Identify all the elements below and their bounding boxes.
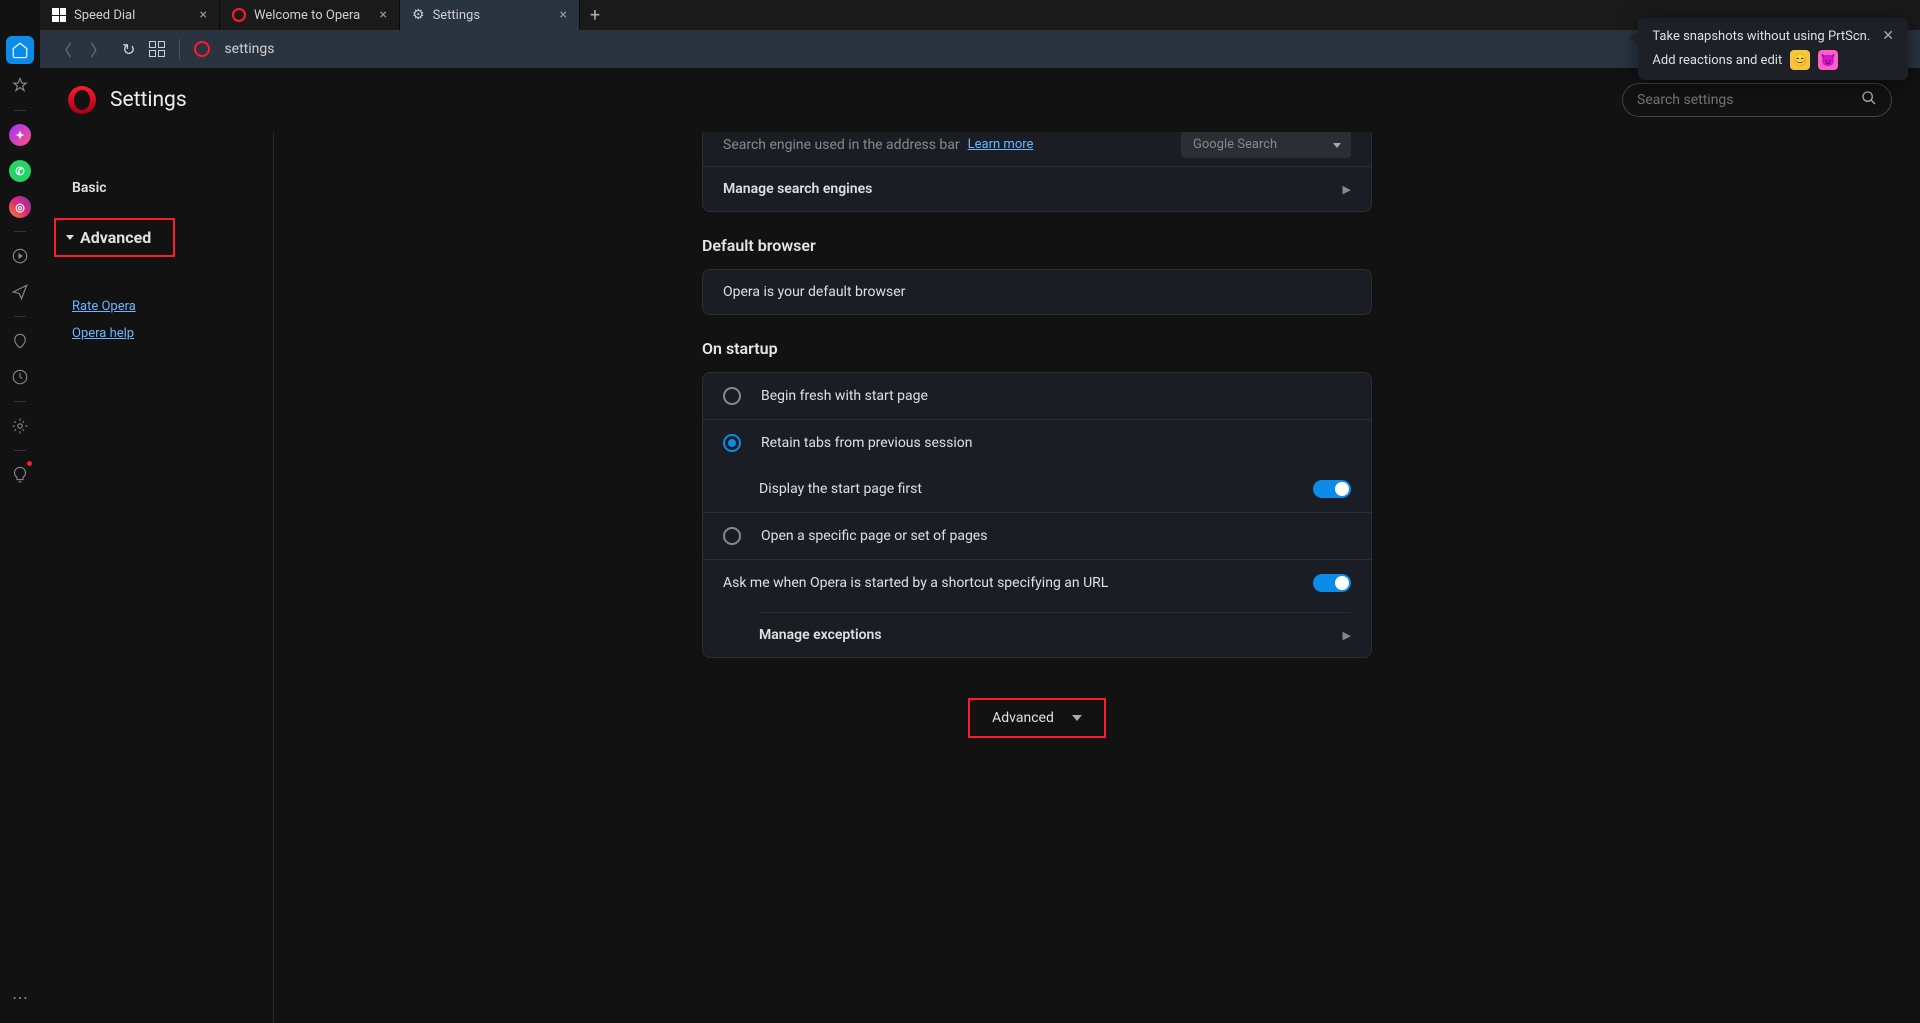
left-sidebar: ✦ ✆ ◎ ⋯ xyxy=(0,0,40,1023)
new-tab-button[interactable]: + xyxy=(580,5,610,26)
tab-speed-dial[interactable]: Speed Dial × xyxy=(40,0,220,30)
tab-welcome[interactable]: Welcome to Opera × xyxy=(220,0,400,30)
startup-title: On startup xyxy=(702,339,1372,358)
separator xyxy=(14,231,26,232)
startup-specific-row[interactable]: Open a specific page or set of pages xyxy=(703,512,1371,559)
close-icon[interactable]: × xyxy=(560,7,567,23)
url-text[interactable]: settings xyxy=(224,41,274,57)
opera-icon xyxy=(232,8,246,22)
forward-button[interactable]: 〉 xyxy=(88,37,108,61)
search-engine-row: Search engine used in the address bar Le… xyxy=(703,132,1371,166)
ask-shortcut-row[interactable]: Ask me when Opera is started by a shortc… xyxy=(703,559,1371,606)
startup-retain-label: Retain tabs from previous session xyxy=(761,435,972,451)
search-input[interactable] xyxy=(1637,92,1851,108)
player-icon[interactable] xyxy=(6,242,34,270)
learn-more-link[interactable]: Learn more xyxy=(968,137,1034,152)
opera-help-link[interactable]: Opera help xyxy=(64,326,273,341)
close-icon[interactable]: ✕ xyxy=(1882,28,1894,44)
settings-header: Settings xyxy=(40,68,1920,132)
advanced-button-label: Advanced xyxy=(992,710,1054,726)
startup-fresh-row[interactable]: Begin fresh with start page xyxy=(703,373,1371,419)
tab-label: Speed Dial xyxy=(74,8,135,23)
nav-advanced-highlight: Advanced xyxy=(54,218,175,257)
default-browser-row: Opera is your default browser xyxy=(703,270,1371,314)
manage-search-label: Manage search engines xyxy=(723,181,872,197)
separator xyxy=(14,450,26,451)
toggle-on[interactable] xyxy=(1313,574,1351,592)
gear-icon: ⚙ xyxy=(412,7,425,23)
history-icon[interactable] xyxy=(6,363,34,391)
grid-icon xyxy=(52,8,66,22)
toggle-on[interactable] xyxy=(1313,480,1351,498)
default-browser-card: Opera is your default browser xyxy=(702,269,1372,315)
emoji-icon: 😈 xyxy=(1818,50,1838,70)
settings-icon[interactable] xyxy=(6,412,34,440)
startup-fresh-label: Begin fresh with start page xyxy=(761,388,928,404)
separator xyxy=(14,110,26,111)
send-icon[interactable] xyxy=(6,278,34,306)
tooltip-text-1: Take snapshots without using PrtScn. xyxy=(1652,29,1870,44)
advanced-button-wrap: Advanced xyxy=(702,698,1372,738)
titlebar: Speed Dial × Welcome to Opera × ⚙ Settin… xyxy=(0,0,1920,30)
reload-button[interactable]: ↻ xyxy=(122,40,135,59)
chevron-right-icon: ▶ xyxy=(1343,183,1351,196)
settings-sidebar: Basic Advanced Rate Opera Opera help xyxy=(40,132,274,1023)
tab-label: Settings xyxy=(433,8,480,23)
more-icon[interactable]: ⋯ xyxy=(6,983,34,1011)
display-start-first-label: Display the start page first xyxy=(759,481,922,497)
opera-icon xyxy=(194,41,210,57)
manage-search-engines-row[interactable]: Manage search engines ▶ xyxy=(703,166,1371,211)
features-icon[interactable] xyxy=(6,461,34,489)
tab-strip: Speed Dial × Welcome to Opera × ⚙ Settin… xyxy=(40,0,580,30)
speed-dial-button[interactable] xyxy=(149,41,165,57)
radio-button[interactable] xyxy=(723,387,741,405)
search-engine-value: Google Search xyxy=(1193,137,1277,152)
startup-specific-label: Open a specific page or set of pages xyxy=(761,528,987,544)
rate-opera-link[interactable]: Rate Opera xyxy=(64,299,273,314)
search-settings-box[interactable] xyxy=(1622,83,1892,117)
home-icon[interactable] xyxy=(6,36,34,64)
search-engine-select[interactable]: Google Search xyxy=(1181,132,1351,158)
main-content: Search engine used in the address bar Le… xyxy=(274,132,1920,1023)
startup-retain-row[interactable]: Retain tabs from previous session xyxy=(703,419,1371,466)
separator xyxy=(179,39,180,59)
radio-button[interactable] xyxy=(723,527,741,545)
bookmarks-icon[interactable] xyxy=(6,72,34,100)
search-engine-card: Search engine used in the address bar Le… xyxy=(702,132,1372,212)
caret-down-icon xyxy=(66,235,74,240)
tooltip-text-2: Add reactions and edit xyxy=(1652,53,1782,68)
search-icon xyxy=(1861,90,1877,110)
radio-button-selected[interactable] xyxy=(723,434,741,452)
tab-settings[interactable]: ⚙ Settings × xyxy=(400,0,580,30)
nav-advanced[interactable]: Advanced xyxy=(62,222,159,253)
default-browser-title: Default browser xyxy=(702,236,1372,255)
whatsapp-icon[interactable]: ✆ xyxy=(6,157,34,185)
pinboards-icon[interactable] xyxy=(6,327,34,355)
startup-card: Begin fresh with start page Retain tabs … xyxy=(702,372,1372,658)
default-browser-status: Opera is your default browser xyxy=(723,284,905,300)
separator xyxy=(14,316,26,317)
search-engine-label: Search engine used in the address bar xyxy=(723,137,960,153)
close-icon[interactable]: × xyxy=(200,7,207,23)
opera-logo xyxy=(68,86,96,114)
tab-label: Welcome to Opera xyxy=(254,8,360,23)
chevron-right-icon: ▶ xyxy=(1343,629,1351,642)
back-button[interactable]: 〈 xyxy=(54,37,74,61)
nav-advanced-label: Advanced xyxy=(80,228,151,247)
startup-retain-sub-row[interactable]: Display the start page first xyxy=(703,466,1371,512)
caret-down-icon xyxy=(1072,715,1082,721)
separator xyxy=(14,401,26,402)
nav-basic[interactable]: Basic xyxy=(64,172,273,204)
snapshot-tooltip: Take snapshots without using PrtScn. ✕ A… xyxy=(1638,18,1908,80)
manage-exceptions-row[interactable]: Manage exceptions ▶ xyxy=(703,613,1371,657)
messenger-icon[interactable]: ✦ xyxy=(6,121,34,149)
close-icon[interactable]: × xyxy=(380,7,387,23)
emoji-icon: 😊 xyxy=(1790,50,1810,70)
instagram-icon[interactable]: ◎ xyxy=(6,193,34,221)
page-title: Settings xyxy=(110,88,187,112)
manage-exceptions-label: Manage exceptions xyxy=(759,627,882,643)
ask-shortcut-label: Ask me when Opera is started by a shortc… xyxy=(723,575,1108,591)
advanced-button[interactable]: Advanced xyxy=(968,698,1106,738)
